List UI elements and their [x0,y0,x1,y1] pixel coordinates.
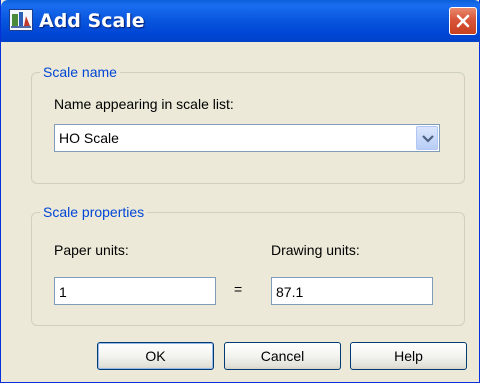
close-button[interactable] [449,7,477,35]
dialog-title: Add Scale [39,10,145,32]
scale-list-icon [9,9,33,31]
scale-name-value[interactable]: HO Scale [59,129,119,147]
scale-properties-legend: Scale properties [40,203,148,221]
equals-sign: = [234,281,243,297]
paper-units-input[interactable]: 1 [54,277,216,305]
close-icon [456,14,470,28]
chevron-down-icon [422,135,434,143]
drawing-units-label: Drawing units: [271,242,360,258]
scale-name-combobox[interactable]: HO Scale [54,124,440,152]
paper-units-label: Paper units: [54,242,129,258]
help-button[interactable]: Help [350,342,467,370]
scale-properties-group: Scale properties [31,203,465,326]
scale-name-legend: Scale name [40,63,120,81]
cancel-button[interactable]: Cancel [224,342,341,370]
ok-button[interactable]: OK [97,342,214,370]
add-scale-dialog: Add Scale Scale name Name appearing in s… [0,0,480,383]
paper-units-value[interactable]: 1 [59,283,67,301]
drawing-units-input[interactable]: 87.1 [271,277,433,305]
dropdown-button[interactable] [416,126,438,150]
name-in-list-label: Name appearing in scale list: [54,96,234,112]
title-bar[interactable]: Add Scale [1,0,480,42]
drawing-units-value[interactable]: 87.1 [276,283,303,301]
